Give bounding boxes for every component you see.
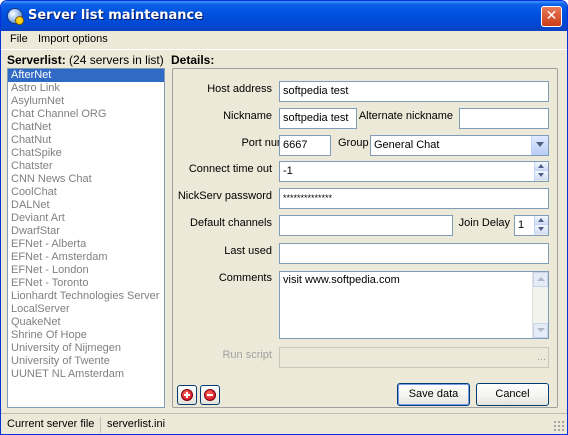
cancel-button[interactable]: Cancel bbox=[476, 383, 549, 406]
details-label: Details: bbox=[171, 53, 215, 67]
menu-import-options[interactable]: Import options bbox=[38, 33, 108, 45]
server-list-item[interactable]: Chat Channel ORG bbox=[8, 108, 164, 121]
comments-value: visit www.softpedia.com bbox=[283, 274, 400, 286]
comments-label: Comments bbox=[218, 272, 272, 284]
server-list-item[interactable]: University of Nijmegen bbox=[8, 342, 164, 355]
server-list-item[interactable]: University of Twente bbox=[8, 355, 164, 368]
server-list-item[interactable]: EFNet - London bbox=[8, 264, 164, 277]
scroll-up-icon[interactable] bbox=[533, 272, 548, 287]
menu-bar: File Import options bbox=[1, 31, 567, 49]
server-list-item[interactable]: EFNet - Toronto bbox=[8, 277, 164, 290]
server-list-item[interactable]: AsylumNet bbox=[8, 95, 164, 108]
group-value: General Chat bbox=[374, 139, 440, 151]
window-title: Server list maintenance bbox=[28, 8, 204, 23]
spin-up-icon[interactable] bbox=[535, 162, 548, 171]
remove-server-button[interactable] bbox=[200, 385, 220, 405]
comments-scrollbar[interactable] bbox=[532, 272, 548, 338]
resize-grip-icon[interactable] bbox=[553, 420, 565, 432]
server-list-item[interactable]: CNN News Chat bbox=[8, 173, 164, 186]
app-globe-icon bbox=[7, 8, 24, 25]
server-list-window: Server list maintenance ✕ File Import op… bbox=[0, 0, 568, 435]
server-list-item[interactable]: Shrine Of Hope bbox=[8, 329, 164, 342]
menu-divider bbox=[1, 49, 567, 50]
serverlist-count: (24 servers in list) bbox=[69, 53, 164, 67]
status-bar: Current server file serverlist.ini bbox=[1, 413, 567, 434]
spin-up-icon[interactable] bbox=[535, 216, 548, 225]
last-used-field[interactable] bbox=[279, 243, 549, 264]
server-list-item[interactable]: LocalServer bbox=[8, 303, 164, 316]
add-server-button[interactable] bbox=[177, 385, 197, 405]
server-list-item[interactable]: EFNet - Amsterdam bbox=[8, 251, 164, 264]
last-used-label: Last used bbox=[224, 245, 272, 257]
plus-icon bbox=[181, 389, 193, 401]
server-list-item[interactable]: UUNET NL Amsterdam bbox=[8, 368, 164, 381]
server-list-item[interactable]: Deviant Art bbox=[8, 212, 164, 225]
close-icon: ✕ bbox=[545, 8, 558, 24]
join-delay-value: 1 bbox=[518, 219, 525, 231]
minus-icon bbox=[204, 389, 216, 401]
server-list-item[interactable]: CoolChat bbox=[8, 186, 164, 199]
server-list-item[interactable]: Lionhardt Technologies Server bbox=[8, 290, 164, 303]
run-script-label: Run script bbox=[222, 349, 272, 361]
host-address-field[interactable]: softpedia test bbox=[279, 81, 549, 102]
server-list-item[interactable]: Chatster bbox=[8, 160, 164, 173]
server-list-item[interactable]: QuakeNet bbox=[8, 316, 164, 329]
server-list-item[interactable]: Astro Link bbox=[8, 82, 164, 95]
server-list-item[interactable]: EFNet - Alberta bbox=[8, 238, 164, 251]
join-delay-field[interactable]: 1 bbox=[514, 215, 549, 236]
serverlist-label: Serverlist: bbox=[7, 53, 66, 67]
comments-textarea[interactable]: visit www.softpedia.com bbox=[279, 271, 549, 339]
server-list-item[interactable]: ChatNut bbox=[8, 134, 164, 147]
port-number-field[interactable]: 6667 bbox=[279, 135, 331, 156]
alternate-nickname-field[interactable] bbox=[459, 108, 549, 129]
nickserv-password-label: NickServ password bbox=[177, 190, 272, 202]
server-listbox[interactable]: AfterNet Astro Link AsylumNet Chat Channel … bbox=[7, 68, 165, 408]
group-label: Group bbox=[338, 137, 369, 149]
default-channels-field[interactable] bbox=[279, 215, 453, 236]
spin-down-icon[interactable] bbox=[535, 171, 548, 180]
default-channels-label: Default channels bbox=[190, 217, 272, 229]
group-select[interactable]: General Chat bbox=[370, 135, 549, 156]
connect-timeout-label: Connect time out bbox=[188, 163, 272, 175]
alternate-nickname-label: Alternate nickname bbox=[358, 110, 453, 122]
status-file: serverlist.ini bbox=[107, 418, 166, 430]
title-bar[interactable]: Server list maintenance ✕ bbox=[1, 1, 567, 31]
save-data-button[interactable]: Save data bbox=[397, 383, 470, 406]
connect-timeout-spinner[interactable] bbox=[534, 162, 548, 181]
status-label: Current server file bbox=[3, 417, 101, 433]
spin-down-icon[interactable] bbox=[535, 225, 548, 234]
connect-timeout-value: -1 bbox=[283, 165, 293, 177]
server-list-item[interactable]: AfterNet bbox=[8, 69, 164, 82]
nickname-field[interactable]: softpedia test bbox=[279, 108, 357, 129]
close-button[interactable]: ✕ bbox=[541, 6, 562, 27]
nickserv-password-field[interactable]: ************** bbox=[279, 188, 549, 209]
run-script-field[interactable]: ... bbox=[279, 347, 549, 368]
scroll-down-icon[interactable] bbox=[533, 323, 548, 338]
join-delay-label: Join Delay bbox=[458, 217, 510, 229]
server-list-item[interactable]: DwarfStar bbox=[8, 225, 164, 238]
join-delay-spinner[interactable] bbox=[534, 216, 548, 235]
chevron-down-icon[interactable] bbox=[531, 136, 548, 155]
server-list-item[interactable]: ChatNet bbox=[8, 121, 164, 134]
connect-timeout-field[interactable]: -1 bbox=[279, 161, 549, 182]
host-address-label: Host address bbox=[207, 83, 272, 95]
menu-file[interactable]: File bbox=[10, 33, 28, 45]
server-list-item[interactable]: DALNet bbox=[8, 199, 164, 212]
nickname-label: Nickname bbox=[223, 110, 272, 122]
details-panel: Host address softpedia test Nickname sof… bbox=[172, 68, 558, 408]
server-list-item[interactable]: ChatSpike bbox=[8, 147, 164, 160]
details-header: Details: bbox=[171, 53, 214, 67]
serverlist-header: Serverlist: (24 servers in list) bbox=[7, 53, 164, 67]
browse-icon[interactable]: ... bbox=[537, 348, 546, 367]
